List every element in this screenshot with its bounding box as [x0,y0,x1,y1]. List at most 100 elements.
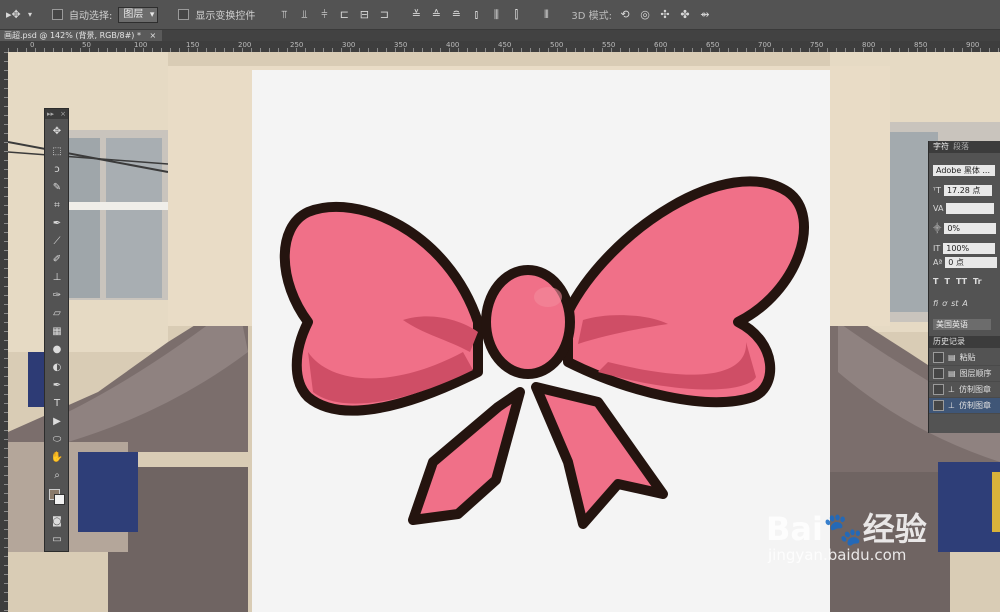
healing-brush-tool-icon[interactable]: ⟋ [49,235,65,249]
ruler-corner [0,41,8,52]
align-top-icon[interactable]: ⫪ [277,8,291,22]
font-family-select[interactable]: Adobe 黑体 ... [933,165,995,176]
mode-3d-label: 3D 模式: [571,11,612,22]
crop-tool-icon[interactable]: ⌗ [49,199,65,213]
close-icon[interactable]: × [150,31,157,40]
type-tool-icon[interactable]: T [49,397,65,411]
history-item[interactable]: ⊥ 仿制图章 [929,382,1000,398]
3d-roll-icon[interactable]: ◎ [638,8,652,22]
ruler-mark: 800 [862,41,876,49]
history-brush-tool-icon[interactable]: ✑ [49,289,65,303]
distribute-top-icon[interactable]: ≚ [409,8,423,22]
text-style-button[interactable]: T [933,277,938,286]
align-vcenter-icon[interactable]: ⫫ [297,8,311,22]
3d-scale-icon[interactable]: ⇴ [698,8,712,22]
align-left-icon[interactable]: ⊏ [337,8,351,22]
history-toggle[interactable] [933,384,944,395]
hand-tool-icon[interactable]: ✋ [49,451,65,465]
color-swatch-icon[interactable] [49,489,65,505]
tools-panel-header[interactable]: ▸▸ × [45,109,68,119]
kerning-field[interactable] [946,203,995,214]
move-tool-icon[interactable]: ✥ [49,125,65,139]
path-select-tool-icon[interactable]: ▶ [49,415,65,429]
ruler-mark: 0 [30,41,35,49]
ruler-mark: 500 [550,41,564,49]
stamp-icon: ⊥ [948,401,955,410]
history-toggle[interactable] [933,400,944,411]
collapse-icon[interactable]: ▸▸ [47,110,54,118]
align-hcenter-icon[interactable]: ⊟ [357,8,371,22]
history-item-label: 粘贴 [959,353,976,362]
stamp-icon: ⊥ [948,385,955,394]
chevron-down-icon[interactable]: ▾ [26,8,34,22]
auto-select-label: 自动选择: [69,11,113,22]
tab-paragraph[interactable]: 段落 [953,141,969,153]
move-tool-icon[interactable]: ▸✥ [6,8,21,22]
history-item-label: 图层顺序 [959,369,992,378]
distribute-hcenter-icon[interactable]: ⫼ [489,8,503,22]
opentype-button[interactable]: A [962,299,967,308]
history-item[interactable]: ▤ 粘贴 [929,350,1000,366]
close-icon[interactable]: × [60,109,66,119]
3d-rotate-icon[interactable]: ⟲ [618,8,632,22]
3d-pan-icon[interactable]: ✣ [658,8,672,22]
document-tab-title: 画超.psd @ 142% (背景, RGB/8#) * [4,31,141,40]
gradient-tool-icon[interactable]: ▦ [49,325,65,339]
ruler-mark: 300 [342,41,356,49]
distribute-left-icon[interactable]: ⫾ [469,8,483,22]
3d-slide-icon[interactable]: ✤ [678,8,692,22]
tab-character[interactable]: 字符 [933,141,949,153]
layer-icon: ▤ [948,369,956,378]
brush-tool-icon[interactable]: ✐ [49,253,65,267]
clone-stamp-tool-icon[interactable]: ⊥ [49,271,65,285]
show-transform-checkbox[interactable] [178,9,190,20]
ruler-mark: 650 [706,41,720,49]
vertical-scale-field[interactable]: 100% [943,243,996,254]
language-select[interactable]: 美国英语 [933,319,991,330]
quick-mask-icon[interactable]: ◙ [49,515,65,529]
vertical-scale-icon: IT [933,244,941,253]
document-tab[interactable]: 画超.psd @ 142% (背景, RGB/8#) * × [0,30,163,41]
distribute-right-icon[interactable]: ⫿ [509,8,523,22]
horizontal-ruler[interactable]: 0 50 100 150 200 250 300 350 400 450 500 550 600 650 7… [8,41,1000,52]
auto-select-dropdown[interactable]: 图层 [118,6,159,23]
baseline-shift-field[interactable]: 0 点 [945,257,998,268]
dodge-tool-icon[interactable]: ◐ [49,361,65,375]
opentype-button[interactable]: fi [933,299,938,308]
ruler-mark: 350 [394,41,408,49]
watermark-brand-2: 经验 [862,510,927,548]
distribute-bottom-icon[interactable]: ≘ [449,8,463,22]
align-right-icon[interactable]: ⊐ [377,8,391,22]
marquee-tool-icon[interactable]: ⬚ [49,145,65,159]
screen-mode-icon[interactable]: ▭ [49,533,65,547]
eraser-tool-icon[interactable]: ▱ [49,307,65,321]
text-style-button[interactable]: T [944,277,949,286]
ruler-mark: 200 [238,41,252,49]
align-bottom-icon[interactable]: ⫩ [317,8,331,22]
opentype-button[interactable]: ơ [942,299,947,308]
ruler-mark: 450 [498,41,512,49]
auto-align-icon[interactable]: ⦀ [539,8,553,22]
history-item[interactable]: ⊥ 仿制图章 [929,398,1000,414]
auto-select-checkbox[interactable] [52,9,63,20]
ellipse-tool-icon[interactable]: ⬭ [49,433,65,447]
eyedropper-tool-icon[interactable]: ✒ [49,217,65,231]
text-style-button[interactable]: TT [956,277,967,286]
ruler-mark: 150 [186,41,200,49]
vertical-ruler[interactable] [0,52,8,612]
history-item[interactable]: ▤ 图层顺序 [929,366,1000,382]
quick-select-tool-icon[interactable]: ✎ [49,181,65,195]
font-size-field[interactable]: 17.28 点 [943,185,992,196]
text-style-button[interactable]: Tr [973,277,982,286]
blur-tool-icon[interactable]: ● [49,343,65,357]
zoom-tool-icon[interactable]: ⌕ [49,469,65,483]
pen-tool-icon[interactable]: ✒ [49,379,65,393]
watermark-url: jingyan.baidu.com [768,546,907,564]
ruler-mark: 600 [654,41,668,49]
distribute-vcenter-icon[interactable]: ≙ [429,8,443,22]
history-toggle[interactable] [933,368,944,379]
opentype-button[interactable]: st [951,299,958,308]
lasso-tool-icon[interactable]: ↄ [49,163,65,177]
history-toggle[interactable] [933,352,944,363]
tracking-field[interactable]: 0% [944,223,997,234]
